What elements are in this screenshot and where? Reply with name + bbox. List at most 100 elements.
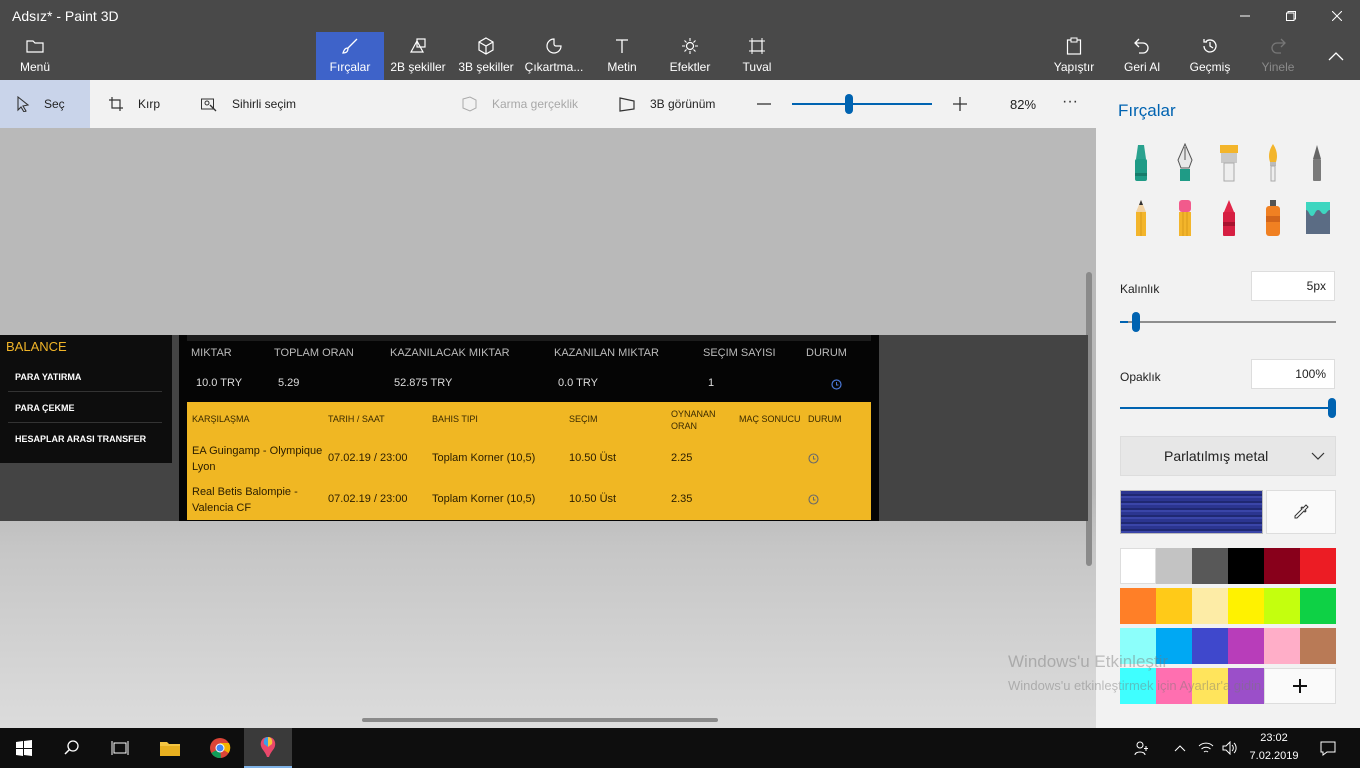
tab-3d-shapes[interactable]: 3B şekiller	[456, 32, 516, 80]
bet-header: SEÇIM	[569, 414, 598, 424]
zoom-in-button[interactable]	[952, 96, 968, 112]
file-explorer-button[interactable]	[146, 728, 194, 768]
summary-value: 0.0 TRY	[558, 377, 598, 389]
color-swatch[interactable]	[1300, 628, 1336, 664]
pencil-button[interactable]	[1130, 198, 1152, 238]
color-swatch[interactable]	[1156, 588, 1192, 624]
opacity-slider-thumb[interactable]	[1328, 398, 1336, 418]
action-center-button[interactable]	[1306, 728, 1350, 768]
chevron-up-icon	[1328, 52, 1344, 61]
paint3d-taskbar-button[interactable]	[244, 728, 292, 768]
magic-select-button[interactable]: Sihirli seçim	[200, 80, 310, 128]
close-button[interactable]	[1314, 0, 1360, 32]
clock-date[interactable]: 7.02.2019	[1244, 750, 1304, 762]
current-color-swatch[interactable]	[1120, 490, 1263, 534]
tab-text[interactable]: Metin	[598, 32, 646, 80]
color-swatch[interactable]	[1300, 588, 1336, 624]
color-swatch[interactable]	[1264, 628, 1300, 664]
maximize-button[interactable]	[1268, 0, 1314, 32]
bet-date: 07.02.19 / 23:00	[328, 452, 408, 464]
crop-label: Kırp	[138, 97, 161, 111]
horizontal-scrollbar[interactable]	[362, 718, 718, 722]
sidebar-item-transfer: HESAPLAR ARASI TRANSFER	[15, 434, 147, 444]
volume-icon[interactable]	[1218, 728, 1242, 768]
calligraphy-pen-button[interactable]	[1174, 142, 1196, 183]
thickness-slider-thumb[interactable]	[1132, 312, 1141, 332]
minimize-button[interactable]	[1222, 0, 1268, 32]
3d-view-icon	[619, 97, 635, 112]
mixed-reality-button[interactable]: Karma gerçeklik	[460, 80, 590, 128]
clipboard-icon	[1064, 36, 1084, 56]
crop-button[interactable]: Kırp	[108, 80, 178, 128]
eraser-button[interactable]	[1174, 198, 1196, 238]
select-button[interactable]: Seç	[0, 80, 90, 128]
collapse-ribbon-button[interactable]	[1322, 46, 1350, 66]
balance-sidebar: BALANCE PARA YATIRMA PARA ÇEKME HESAPLAR…	[0, 335, 172, 463]
task-view-button[interactable]	[96, 728, 144, 768]
color-swatch[interactable]	[1192, 628, 1228, 664]
color-swatch[interactable]	[1192, 588, 1228, 624]
tab-brushes[interactable]: Fırçalar	[316, 32, 384, 80]
more-options-button[interactable]: ···	[1062, 93, 1082, 113]
pixel-pen-button[interactable]	[1306, 143, 1328, 183]
zoom-out-button[interactable]	[756, 96, 772, 112]
watercolor-brush-button[interactable]	[1262, 143, 1284, 183]
bet-header: BAHIS TIPI	[432, 414, 478, 424]
bet-header: OYNANAN ORAN	[671, 409, 716, 431]
color-swatch[interactable]	[1120, 548, 1156, 584]
notification-icon	[1320, 741, 1336, 756]
zoom-slider[interactable]	[792, 94, 932, 114]
material-dropdown[interactable]: Parlatılmış metal	[1120, 436, 1336, 476]
redo-button[interactable]: Yinele	[1252, 32, 1304, 80]
show-hidden-icons-button[interactable]	[1168, 728, 1192, 768]
color-swatch[interactable]	[1120, 588, 1156, 624]
color-swatch[interactable]	[1300, 548, 1336, 584]
people-icon[interactable]	[1122, 728, 1162, 768]
marker-brush-button[interactable]	[1130, 143, 1152, 183]
color-swatch[interactable]	[1192, 548, 1228, 584]
color-swatch[interactable]	[1228, 588, 1264, 624]
zoom-slider-thumb[interactable]	[845, 94, 853, 114]
network-icon[interactable]	[1194, 728, 1218, 768]
summary-value: 5.29	[278, 377, 300, 389]
spray-can-button[interactable]	[1262, 198, 1284, 238]
text-icon	[612, 36, 632, 56]
color-swatch[interactable]	[1228, 628, 1264, 664]
tab-label: 2B şekiller	[390, 60, 446, 74]
tab-stickers[interactable]: Çıkartma...	[524, 32, 584, 80]
color-swatch[interactable]	[1156, 548, 1192, 584]
paste-button[interactable]: Yapıştır	[1048, 32, 1100, 80]
opacity-input[interactable]: 100%	[1251, 359, 1335, 389]
undo-icon	[1132, 36, 1152, 56]
minus-icon	[757, 103, 771, 105]
clock-time[interactable]: 23:02	[1250, 732, 1298, 744]
history-button[interactable]: Geçmiş	[1184, 32, 1236, 80]
search-button[interactable]	[48, 728, 96, 768]
summary-value: 10.0 TRY	[196, 377, 243, 389]
3d-view-button[interactable]: 3B görünüm	[618, 80, 728, 128]
color-swatch[interactable]	[1228, 548, 1264, 584]
menu-button[interactable]: Menü	[10, 32, 60, 80]
undo-button[interactable]: Geri Al	[1116, 32, 1168, 80]
window-title: Adsız* - Paint 3D	[12, 8, 119, 24]
tab-label: Efektler	[669, 60, 711, 74]
eyedropper-button[interactable]	[1266, 490, 1336, 534]
tab-canvas[interactable]: Tuval	[734, 32, 780, 80]
color-swatch[interactable]	[1264, 548, 1300, 584]
3d-view-label: 3B görünüm	[650, 97, 716, 111]
start-button[interactable]	[0, 728, 48, 768]
opacity-slider[interactable]	[1120, 396, 1336, 420]
chrome-button[interactable]	[196, 728, 244, 768]
thickness-slider[interactable]	[1120, 310, 1336, 334]
redo-label: Yinele	[1261, 60, 1295, 74]
menu-label: Menü	[19, 60, 51, 74]
thickness-input[interactable]: 5px	[1251, 271, 1335, 301]
tab-2d-shapes[interactable]: 2B şekiller	[388, 32, 448, 80]
summary-header: KAZANILAN MIKTAR	[554, 347, 659, 359]
oil-brush-button[interactable]	[1218, 143, 1240, 183]
fill-bucket-button[interactable]	[1304, 198, 1332, 238]
summary-value: 1	[708, 377, 715, 389]
crayon-button[interactable]	[1218, 198, 1240, 238]
tab-effects[interactable]: Efektler	[664, 32, 716, 80]
color-swatch[interactable]	[1264, 588, 1300, 624]
